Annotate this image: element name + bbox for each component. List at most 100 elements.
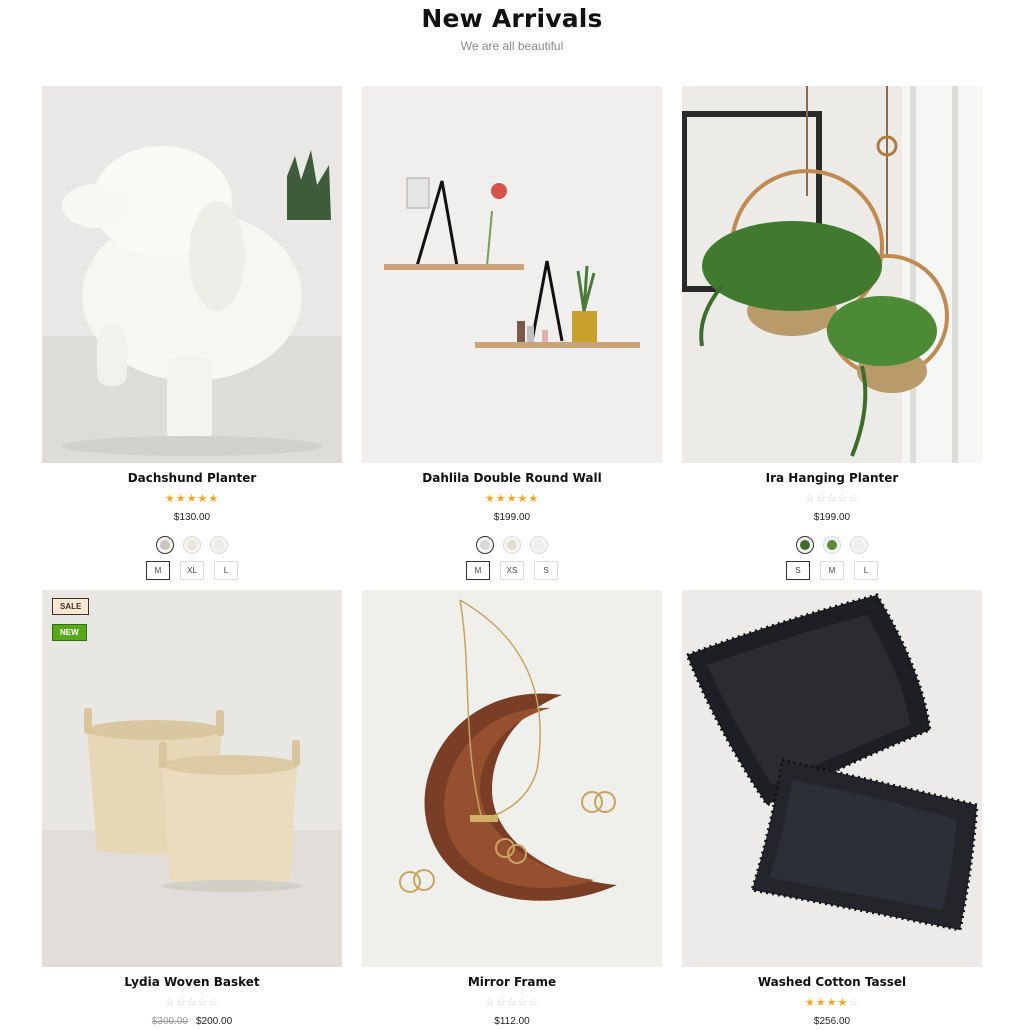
product-price: $199.00 (682, 512, 982, 526)
color-swatch[interactable] (183, 536, 201, 554)
star-icon: ☆ (815, 493, 827, 505)
rating-stars: ★★★★★ (42, 491, 342, 505)
color-swatches (682, 536, 982, 556)
star-icon: ★ (528, 493, 540, 505)
wall-shelves-image (362, 86, 662, 463)
price-old: $300.00 (151, 1016, 188, 1027)
color-swatch[interactable] (503, 536, 521, 554)
woven-baskets-image (42, 590, 342, 967)
star-icon: ☆ (495, 997, 507, 1009)
star-icon: ★ (484, 493, 496, 505)
size-option[interactable]: S (786, 561, 810, 580)
product-card[interactable]: Dahlila Double Round Wall ★★★★★ $199.00 … (362, 86, 662, 580)
star-icon: ★ (197, 493, 209, 505)
product-price: $256.00 (682, 1016, 982, 1030)
price-current: $112.00 (494, 1016, 530, 1027)
rating-stars: ☆☆☆☆☆ (362, 995, 662, 1009)
star-icon: ★ (186, 493, 198, 505)
product-name[interactable]: Dachshund Planter (42, 471, 342, 487)
rating-stars: ★★★★☆ (682, 995, 982, 1009)
product-name[interactable]: Mirror Frame (362, 975, 662, 991)
star-icon: ☆ (528, 997, 540, 1009)
star-icon: ☆ (517, 997, 529, 1009)
product-name[interactable]: Washed Cotton Tassel (682, 975, 982, 991)
star-icon: ★ (815, 997, 827, 1009)
star-icon: ☆ (837, 493, 849, 505)
product-card[interactable]: Washed Cotton Tassel ★★★★☆ $256.00 (682, 590, 982, 1030)
star-icon: ☆ (175, 997, 187, 1009)
star-icon: ★ (826, 997, 838, 1009)
star-icon: ☆ (484, 997, 496, 1009)
size-options: S M L (682, 561, 982, 580)
color-swatch[interactable] (476, 536, 494, 554)
star-icon: ★ (175, 493, 187, 505)
product-image[interactable] (362, 86, 662, 463)
color-swatch[interactable] (210, 536, 228, 554)
color-swatches (362, 536, 662, 556)
color-swatch[interactable] (823, 536, 841, 554)
product-card[interactable]: SALE NEW Lydia Woven Basket ☆☆☆☆☆ $300.0… (42, 590, 342, 1030)
color-swatch[interactable] (796, 536, 814, 554)
star-icon: ☆ (506, 997, 518, 1009)
rating-stars: ★★★★★ (362, 491, 662, 505)
product-card[interactable]: Dachshund Planter ★★★★★ $130.00 M XL L (42, 86, 342, 580)
size-option[interactable]: XS (500, 561, 524, 580)
wooden-moon-tray-image (362, 590, 662, 967)
star-icon: ★ (837, 997, 849, 1009)
price-current: $130.00 (173, 512, 211, 523)
rating-stars: ☆☆☆☆☆ (42, 995, 342, 1009)
price-current: $200.00 (196, 1016, 233, 1027)
size-option[interactable]: L (214, 561, 238, 580)
star-icon: ★ (517, 493, 529, 505)
star-icon: ☆ (804, 493, 816, 505)
star-icon: ★ (495, 493, 507, 505)
ceramic-dog-planter-image (42, 86, 342, 463)
product-name[interactable]: Lydia Woven Basket (42, 975, 342, 991)
product-price: $130.00 (42, 512, 342, 526)
star-icon: ★ (804, 997, 816, 1009)
price-current: $256.00 (813, 1016, 851, 1027)
size-options: M XS S (362, 561, 662, 580)
product-image[interactable] (682, 590, 982, 967)
product-price: $112.00 (362, 1016, 662, 1030)
sale-badge: SALE (52, 598, 90, 615)
size-option[interactable]: S (534, 561, 558, 580)
hanging-fern-planters-image (682, 86, 982, 463)
size-options: M XL L (42, 561, 342, 580)
product-image[interactable] (42, 86, 342, 463)
section-title: New Arrivals (421, 4, 603, 33)
color-swatch[interactable] (156, 536, 174, 554)
star-icon: ☆ (848, 997, 860, 1009)
size-option[interactable]: M (466, 561, 490, 580)
size-option[interactable]: M (820, 561, 844, 580)
star-icon: ☆ (164, 997, 176, 1009)
price-current: $199.00 (813, 512, 851, 523)
star-icon: ☆ (186, 997, 198, 1009)
star-icon: ★ (164, 493, 176, 505)
rating-stars: ☆☆☆☆☆ (682, 491, 982, 505)
product-price: $199.00 (362, 512, 662, 526)
color-swatch[interactable] (850, 536, 868, 554)
star-icon: ☆ (197, 997, 209, 1009)
black-tassel-pillows-image (682, 590, 982, 967)
product-name[interactable]: Ira Hanging Planter (682, 471, 982, 487)
star-icon: ★ (506, 493, 518, 505)
product-name[interactable]: Dahlila Double Round Wall (362, 471, 662, 487)
price-current: $199.00 (493, 512, 531, 523)
product-price: $300.00 $200.00 (42, 1016, 342, 1030)
product-image[interactable]: SALE NEW (42, 590, 342, 967)
color-swatch[interactable] (530, 536, 548, 554)
product-image[interactable] (362, 590, 662, 967)
star-icon: ★ (208, 493, 220, 505)
star-icon: ☆ (208, 997, 220, 1009)
color-swatches (42, 536, 342, 556)
product-card[interactable]: Ira Hanging Planter ☆☆☆☆☆ $199.00 S M L (682, 86, 982, 580)
product-card[interactable]: Mirror Frame ☆☆☆☆☆ $112.00 (362, 590, 662, 1030)
section-subtitle: We are all beautiful (460, 39, 564, 53)
size-option[interactable]: XL (180, 561, 204, 580)
star-icon: ☆ (848, 493, 860, 505)
size-option[interactable]: M (146, 561, 170, 580)
size-option[interactable]: L (854, 561, 878, 580)
star-icon: ☆ (826, 493, 838, 505)
product-image[interactable] (682, 86, 982, 463)
